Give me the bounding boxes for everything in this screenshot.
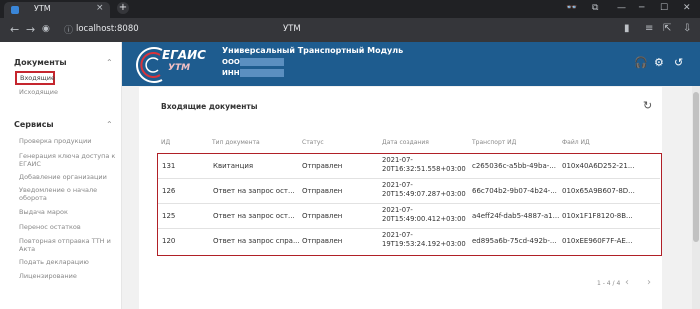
documents-table: 131 Квитанция Отправлен 2021-07-20T16:32… — [157, 153, 662, 256]
download-icon[interactable]: ⇩ — [683, 23, 691, 34]
cell-transport: ed895a6b-75cd-492b-... — [472, 237, 557, 245]
glasses-icon[interactable]: 👓 — [566, 3, 577, 13]
sidebar-item-transfer-balances[interactable]: Перенос остатков — [19, 223, 119, 231]
cell-id: 120 — [162, 237, 176, 245]
copy-icon[interactable]: ⧉ — [592, 3, 598, 13]
restore-icon[interactable]: ─ — [639, 3, 644, 13]
main-content: Входящие документы ↻ ИД Тип документа Ст… — [122, 86, 692, 309]
cell-date: 2021-07-20T15:49:00.412+03:00 — [382, 206, 466, 223]
cell-status: Отправлен — [302, 187, 343, 195]
cell-type: Ответ на запрос спра... — [213, 237, 300, 245]
table-row[interactable]: 126 Ответ на запрос ост... Отправлен 202… — [158, 179, 660, 204]
redacted-org-name — [240, 58, 284, 66]
bookmark-icon[interactable]: ▮ — [624, 23, 630, 34]
cell-date: 2021-07-19T19:53:24.192+03:00 — [382, 231, 466, 248]
maximize-icon[interactable]: ☐ — [660, 3, 668, 13]
back-icon[interactable]: ← — [10, 23, 19, 36]
info-icon[interactable]: ⓘ — [64, 23, 73, 36]
cell-id: 131 — [162, 162, 176, 170]
column-header-file[interactable]: Файл ИД — [562, 139, 590, 146]
sidebar-item-add-organization[interactable]: Добавление организации — [19, 173, 119, 181]
cell-transport: c265036c-a5bb-49ba-... — [472, 162, 556, 170]
pagination-text: 1 - 4 / 4 — [597, 280, 621, 287]
url-text[interactable]: localhost:8080 — [76, 24, 139, 34]
cell-status: Отправлен — [302, 212, 343, 220]
refresh-icon[interactable]: ↻ — [643, 99, 652, 112]
sidebar-item-marks-issue[interactable]: Выдача марок — [19, 208, 119, 216]
cell-status: Отправлен — [302, 162, 343, 170]
cell-transport: 66c704b2-9b07-4b24-... — [472, 187, 557, 195]
table-row[interactable]: 125 Ответ на запрос ост... Отправлен 202… — [158, 204, 660, 229]
tab-close-icon[interactable]: × — [96, 3, 104, 13]
chevron-up-icon[interactable]: ⌃ — [106, 58, 113, 67]
shield-icon[interactable]: ◉ — [42, 24, 50, 34]
sidebar-item-resend-ttn[interactable]: Повторная отправка ТТН и Акта — [19, 237, 119, 253]
sidebar-item-outgoing[interactable]: Исходящие — [19, 88, 119, 96]
column-header-type[interactable]: Тип документа — [212, 139, 260, 146]
column-header-transport[interactable]: Транспорт ИД — [472, 139, 516, 146]
org-label: ООО — [222, 58, 240, 66]
table-row[interactable]: 131 Квитанция Отправлен 2021-07-20T16:32… — [158, 154, 660, 179]
headset-icon[interactable]: 🎧 — [634, 56, 648, 69]
cell-status: Отправлен — [302, 237, 343, 245]
card-title: Входящие документы — [161, 102, 258, 111]
egais-logo: ЕГАИС УТМ — [132, 44, 210, 84]
address-bar[interactable]: ⓘ localhost:8080 — [60, 22, 152, 38]
next-page-icon[interactable]: › — [647, 277, 651, 288]
table-row[interactable]: 120 Ответ на запрос спра... Отправлен 20… — [158, 229, 660, 254]
cell-transport: a4eff24f-dab5-4887-a1... — [472, 212, 560, 220]
logo-subtext: УТМ — [168, 63, 191, 73]
cell-file: 010x1F1F8120-8B... — [562, 212, 633, 220]
browser-tab-strip: УТМ × + 👓 ⧉ — ─ ☐ ✕ — [0, 0, 700, 18]
cell-file: 010xEE960F7F-AE... — [562, 237, 633, 245]
scrollbar-thumb[interactable] — [693, 92, 699, 242]
share-icon[interactable]: ⇱ — [663, 23, 671, 34]
cell-type: Ответ на запрос ост... — [213, 187, 295, 195]
cell-date: 2021-07-20T16:32:51.558+03:00 — [382, 156, 466, 173]
cell-file: 010x40A6D252-21... — [562, 162, 635, 170]
history-icon[interactable]: ↺ — [674, 56, 683, 69]
section-title-documents[interactable]: Документы — [14, 58, 67, 67]
browser-tab[interactable]: УТМ × — [4, 2, 110, 18]
cell-file: 010x65A9B607-8D... — [562, 187, 635, 195]
column-header-date[interactable]: Дата создания — [382, 139, 429, 146]
close-window-icon[interactable]: ✕ — [683, 3, 691, 13]
cell-date: 2021-07-20T15:49:07.287+03:00 — [382, 181, 466, 198]
cell-id: 126 — [162, 187, 176, 195]
cell-id: 125 — [162, 212, 176, 220]
scrollbar[interactable] — [692, 86, 700, 309]
column-header-id[interactable]: ИД — [161, 139, 170, 146]
sidebar-item-licensing[interactable]: Лицензирование — [19, 272, 119, 280]
menu-icon[interactable]: ≡ — [645, 23, 653, 34]
sidebar-item-declaration[interactable]: Подать декларацию — [19, 258, 119, 266]
page-title: УТМ — [283, 24, 301, 34]
documents-card: Входящие документы ↻ ИД Тип документа Ст… — [139, 87, 662, 309]
cell-type: Ответ на запрос ост... — [213, 212, 295, 220]
cell-type: Квитанция — [213, 162, 254, 170]
favicon-icon — [11, 6, 19, 14]
minimize-icon[interactable]: — — [617, 3, 626, 13]
prev-page-icon[interactable]: ‹ — [625, 277, 629, 288]
sidebar-item-turnover-notice[interactable]: Уведомление о начале оборота — [19, 186, 119, 202]
section-title-services[interactable]: Сервисы — [14, 120, 54, 129]
sidebar-item-key-generation[interactable]: Генерация ключа доступа к ЕГАИС — [19, 152, 119, 168]
column-header-status[interactable]: Статус — [302, 139, 324, 146]
browser-navbar: ← → ◉ ⓘ localhost:8080 УТМ ▮ ≡ ⇱ ⇩ — [0, 18, 700, 42]
chevron-up-icon[interactable]: ⌃ — [106, 120, 113, 129]
sidebar: Документы ⌃ Входящие Исходящие Сервисы ⌃… — [0, 42, 122, 309]
gear-icon[interactable]: ⚙ — [654, 56, 664, 69]
sidebar-item-product-check[interactable]: Проверка продукции — [19, 137, 119, 145]
tab-title: УТМ — [34, 4, 51, 13]
app-header: ЕГАИС УТМ Универсальный Транспортный Мод… — [122, 42, 700, 86]
redacted-inn — [240, 69, 284, 77]
logo-text: ЕГАИС — [162, 48, 206, 62]
forward-icon[interactable]: → — [26, 23, 35, 36]
header-title: Универсальный Транспортный Модуль — [222, 46, 404, 55]
new-tab-button[interactable]: + — [117, 2, 129, 14]
sidebar-item-incoming[interactable]: Входящие — [15, 71, 55, 85]
